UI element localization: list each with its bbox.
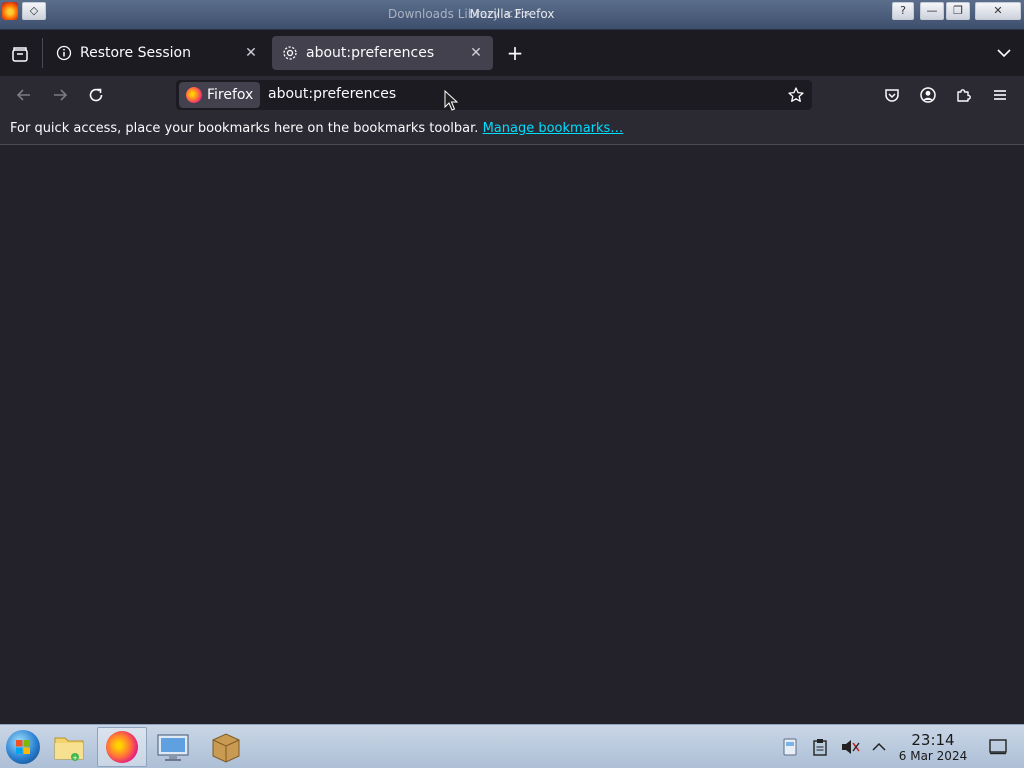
firefox-taskbar-item[interactable]	[97, 727, 147, 767]
pocket-icon[interactable]	[881, 84, 903, 106]
reload-icon[interactable]	[85, 84, 107, 106]
menu-icon[interactable]	[989, 84, 1011, 106]
extensions-icon[interactable]	[953, 84, 975, 106]
new-tab-button[interactable]: +	[504, 42, 526, 64]
bookmark-star-icon[interactable]	[785, 84, 807, 106]
close-button[interactable]: ✕	[975, 2, 1021, 20]
svg-text:+: +	[72, 754, 78, 762]
clock-time: 23:14	[911, 731, 955, 749]
file-manager-taskbar-item[interactable]: +	[46, 727, 92, 767]
firefox-logo-icon	[186, 87, 202, 103]
tab-label: Restore Session	[80, 45, 191, 61]
tab-label: about:preferences	[306, 45, 435, 61]
close-tab-icon[interactable]: ✕	[467, 44, 485, 62]
mouse-cursor-icon	[444, 89, 459, 112]
window-title: Mozilla Firefox	[469, 7, 555, 21]
folder-icon: +	[54, 737, 84, 762]
tab-restore-session[interactable]: Restore Session ✕	[46, 36, 268, 70]
minimize-button[interactable]: —	[920, 2, 944, 20]
page-content	[0, 145, 1024, 724]
show-desktop-icon[interactable]	[987, 736, 1009, 758]
firefox-view-icon[interactable]	[9, 43, 31, 65]
clipboard-tray-icon[interactable]	[809, 736, 831, 758]
url-input[interactable]: about:preferences	[268, 86, 396, 102]
show-hidden-icons-chevron-up-icon[interactable]	[868, 736, 890, 758]
info-icon	[56, 45, 72, 61]
bookmarks-toolbar: For quick access, place your bookmarks h…	[0, 114, 1024, 145]
tab-strip: Restore Session ✕ about:preferences ✕ +	[0, 30, 1024, 76]
bookmarks-empty-message: For quick access, place your bookmarks h…	[10, 121, 479, 136]
firefox-icon	[106, 731, 138, 763]
tab-divider	[42, 38, 43, 68]
list-all-tabs-icon[interactable]	[994, 43, 1014, 63]
package-icon	[212, 733, 240, 763]
maximize-button[interactable]: ❐	[946, 2, 970, 20]
identity-box[interactable]: Firefox	[179, 82, 260, 108]
manage-bookmarks-link[interactable]: Manage bookmarks…	[483, 121, 624, 136]
monitor-icon	[157, 734, 189, 761]
account-icon[interactable]	[917, 84, 939, 106]
network-tray-icon[interactable]	[779, 736, 801, 758]
package-manager-taskbar-item[interactable]	[203, 727, 249, 767]
back-icon[interactable]	[13, 84, 35, 106]
close-tab-icon[interactable]: ✕	[242, 44, 260, 62]
start-button[interactable]	[0, 727, 46, 767]
identity-label: Firefox	[207, 87, 254, 103]
windows-logo-icon	[6, 730, 40, 764]
gear-icon	[282, 45, 298, 61]
taskbar-clock[interactable]: 23:14 6 Mar 2024	[896, 731, 970, 763]
clock-date: 6 Mar 2024	[898, 749, 968, 763]
help-button[interactable]: ?	[892, 2, 914, 20]
forward-icon[interactable]	[49, 84, 71, 106]
window-titlebar[interactable]: ◇ Downloads Library <2> Mozilla Firefox …	[0, 0, 1024, 30]
volume-muted-icon[interactable]	[839, 736, 861, 758]
tab-about-preferences[interactable]: about:preferences ✕	[272, 36, 493, 70]
remote-desktop-taskbar-item[interactable]	[150, 727, 196, 767]
